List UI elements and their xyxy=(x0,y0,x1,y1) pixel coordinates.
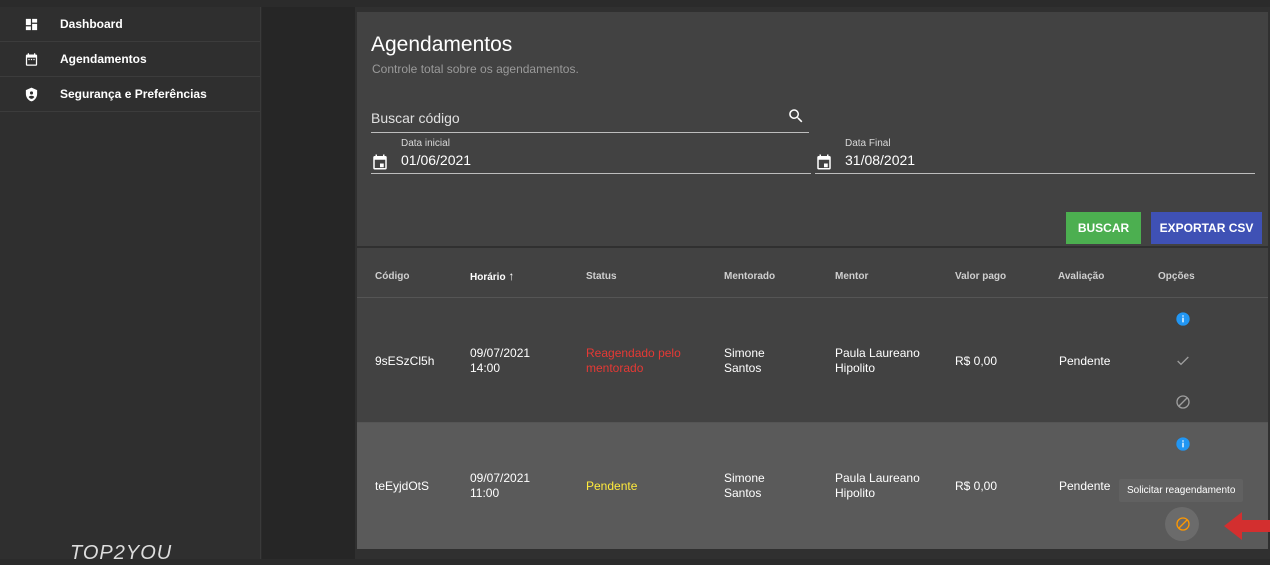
start-date-field[interactable]: Data inicial 01/06/2021 xyxy=(371,138,811,174)
calendar-icon xyxy=(815,153,833,176)
cell-time: 09/07/2021 11:00 xyxy=(470,471,531,500)
reschedule-icon[interactable] xyxy=(1175,516,1191,532)
end-date-label: Data Final xyxy=(845,138,891,149)
cell-status: Pendente xyxy=(586,479,638,493)
main-content: Agendamentos Controle total sobre os age… xyxy=(355,7,1270,559)
export-csv-button[interactable]: EXPORTAR CSV xyxy=(1151,212,1262,244)
cell-mentor: Paula Laureano Hipolito xyxy=(835,346,920,375)
table-row: teEyjdOtS 09/07/2021 11:00 Pendente Simon… xyxy=(357,423,1268,549)
sidebar-item-label: Segurança e Preferências xyxy=(60,87,207,101)
cell-rating: Pendente xyxy=(1059,479,1111,493)
cell-code: 9sESzCl5h xyxy=(375,354,435,368)
end-date-value: 31/08/2021 xyxy=(845,152,916,168)
start-date-value: 01/06/2021 xyxy=(401,152,472,168)
end-date-field[interactable]: Data Final 31/08/2021 xyxy=(815,138,1255,174)
sort-arrow-icon: ↑ xyxy=(508,269,515,283)
column-header-mentor[interactable]: Mentor xyxy=(835,269,868,284)
search-button[interactable]: BUSCAR xyxy=(1066,212,1141,244)
table-header: Código Horário ↑ Status Mentorado Mentor… xyxy=(357,248,1268,298)
start-date-label: Data inicial xyxy=(401,138,450,149)
cell-mentee: Simone Santos xyxy=(724,471,765,500)
table-row: 9sESzCl5h 09/07/2021 14:00 Reagendado pel… xyxy=(357,298,1268,423)
info-icon[interactable] xyxy=(1175,436,1191,452)
block-icon[interactable] xyxy=(1175,394,1191,410)
sidebar: Dashboard Agendamentos Segurança e Prefe… xyxy=(0,7,261,564)
search-icon[interactable] xyxy=(787,107,805,130)
column-header-status[interactable]: Status xyxy=(586,269,617,284)
filter-card: Agendamentos Controle total sobre os age… xyxy=(357,12,1268,246)
cell-rating: Pendente xyxy=(1059,354,1111,368)
cell-mentor: Paula Laureano Hipolito xyxy=(835,471,920,500)
calendar-icon xyxy=(0,52,60,67)
sidebar-item-label: Dashboard xyxy=(60,17,123,31)
info-icon[interactable] xyxy=(1175,311,1191,327)
search-field xyxy=(371,104,809,133)
cell-paid: R$ 0,00 xyxy=(955,479,998,493)
sidebar-item-dashboard[interactable]: Dashboard xyxy=(0,7,260,42)
page-title: Agendamentos xyxy=(371,33,513,56)
column-header-codigo[interactable]: Código xyxy=(375,269,409,284)
appointments-table: Código Horário ↑ Status Mentorado Mentor… xyxy=(357,248,1268,549)
sidebar-item-label: Agendamentos xyxy=(60,52,147,66)
arrow-left-icon xyxy=(1224,510,1270,547)
cell-paid: R$ 0,00 xyxy=(955,354,998,368)
search-input[interactable] xyxy=(371,104,771,132)
column-header-valor-pago[interactable]: Valor pago xyxy=(955,269,1006,284)
cell-mentee: Simone Santos xyxy=(724,346,765,375)
cell-code: teEyjdOtS xyxy=(375,479,430,493)
sidebar-item-seguranca[interactable]: Segurança e Preferências xyxy=(0,77,260,112)
shield-icon xyxy=(0,87,60,102)
tooltip: Solicitar reagendamento xyxy=(1119,479,1244,502)
check-icon[interactable] xyxy=(1175,353,1191,369)
page-subtitle: Controle total sobre os agendamentos. xyxy=(372,62,579,76)
calendar-icon xyxy=(371,153,389,176)
brand-logo: TOP2YOU xyxy=(70,542,173,564)
column-header-avaliacao[interactable]: Avaliação xyxy=(1058,269,1104,284)
cell-status: Reagendado pelo mentorado xyxy=(586,346,681,375)
column-header-horario[interactable]: Horário ↑ xyxy=(470,269,514,285)
column-header-opcoes: Opções xyxy=(1158,271,1195,282)
column-header-mentorado[interactable]: Mentorado xyxy=(724,269,775,284)
sidebar-item-agendamentos[interactable]: Agendamentos xyxy=(0,42,260,77)
dashboard-icon xyxy=(0,17,60,32)
cell-time: 09/07/2021 14:00 xyxy=(470,346,531,375)
content-gutter xyxy=(262,7,355,559)
